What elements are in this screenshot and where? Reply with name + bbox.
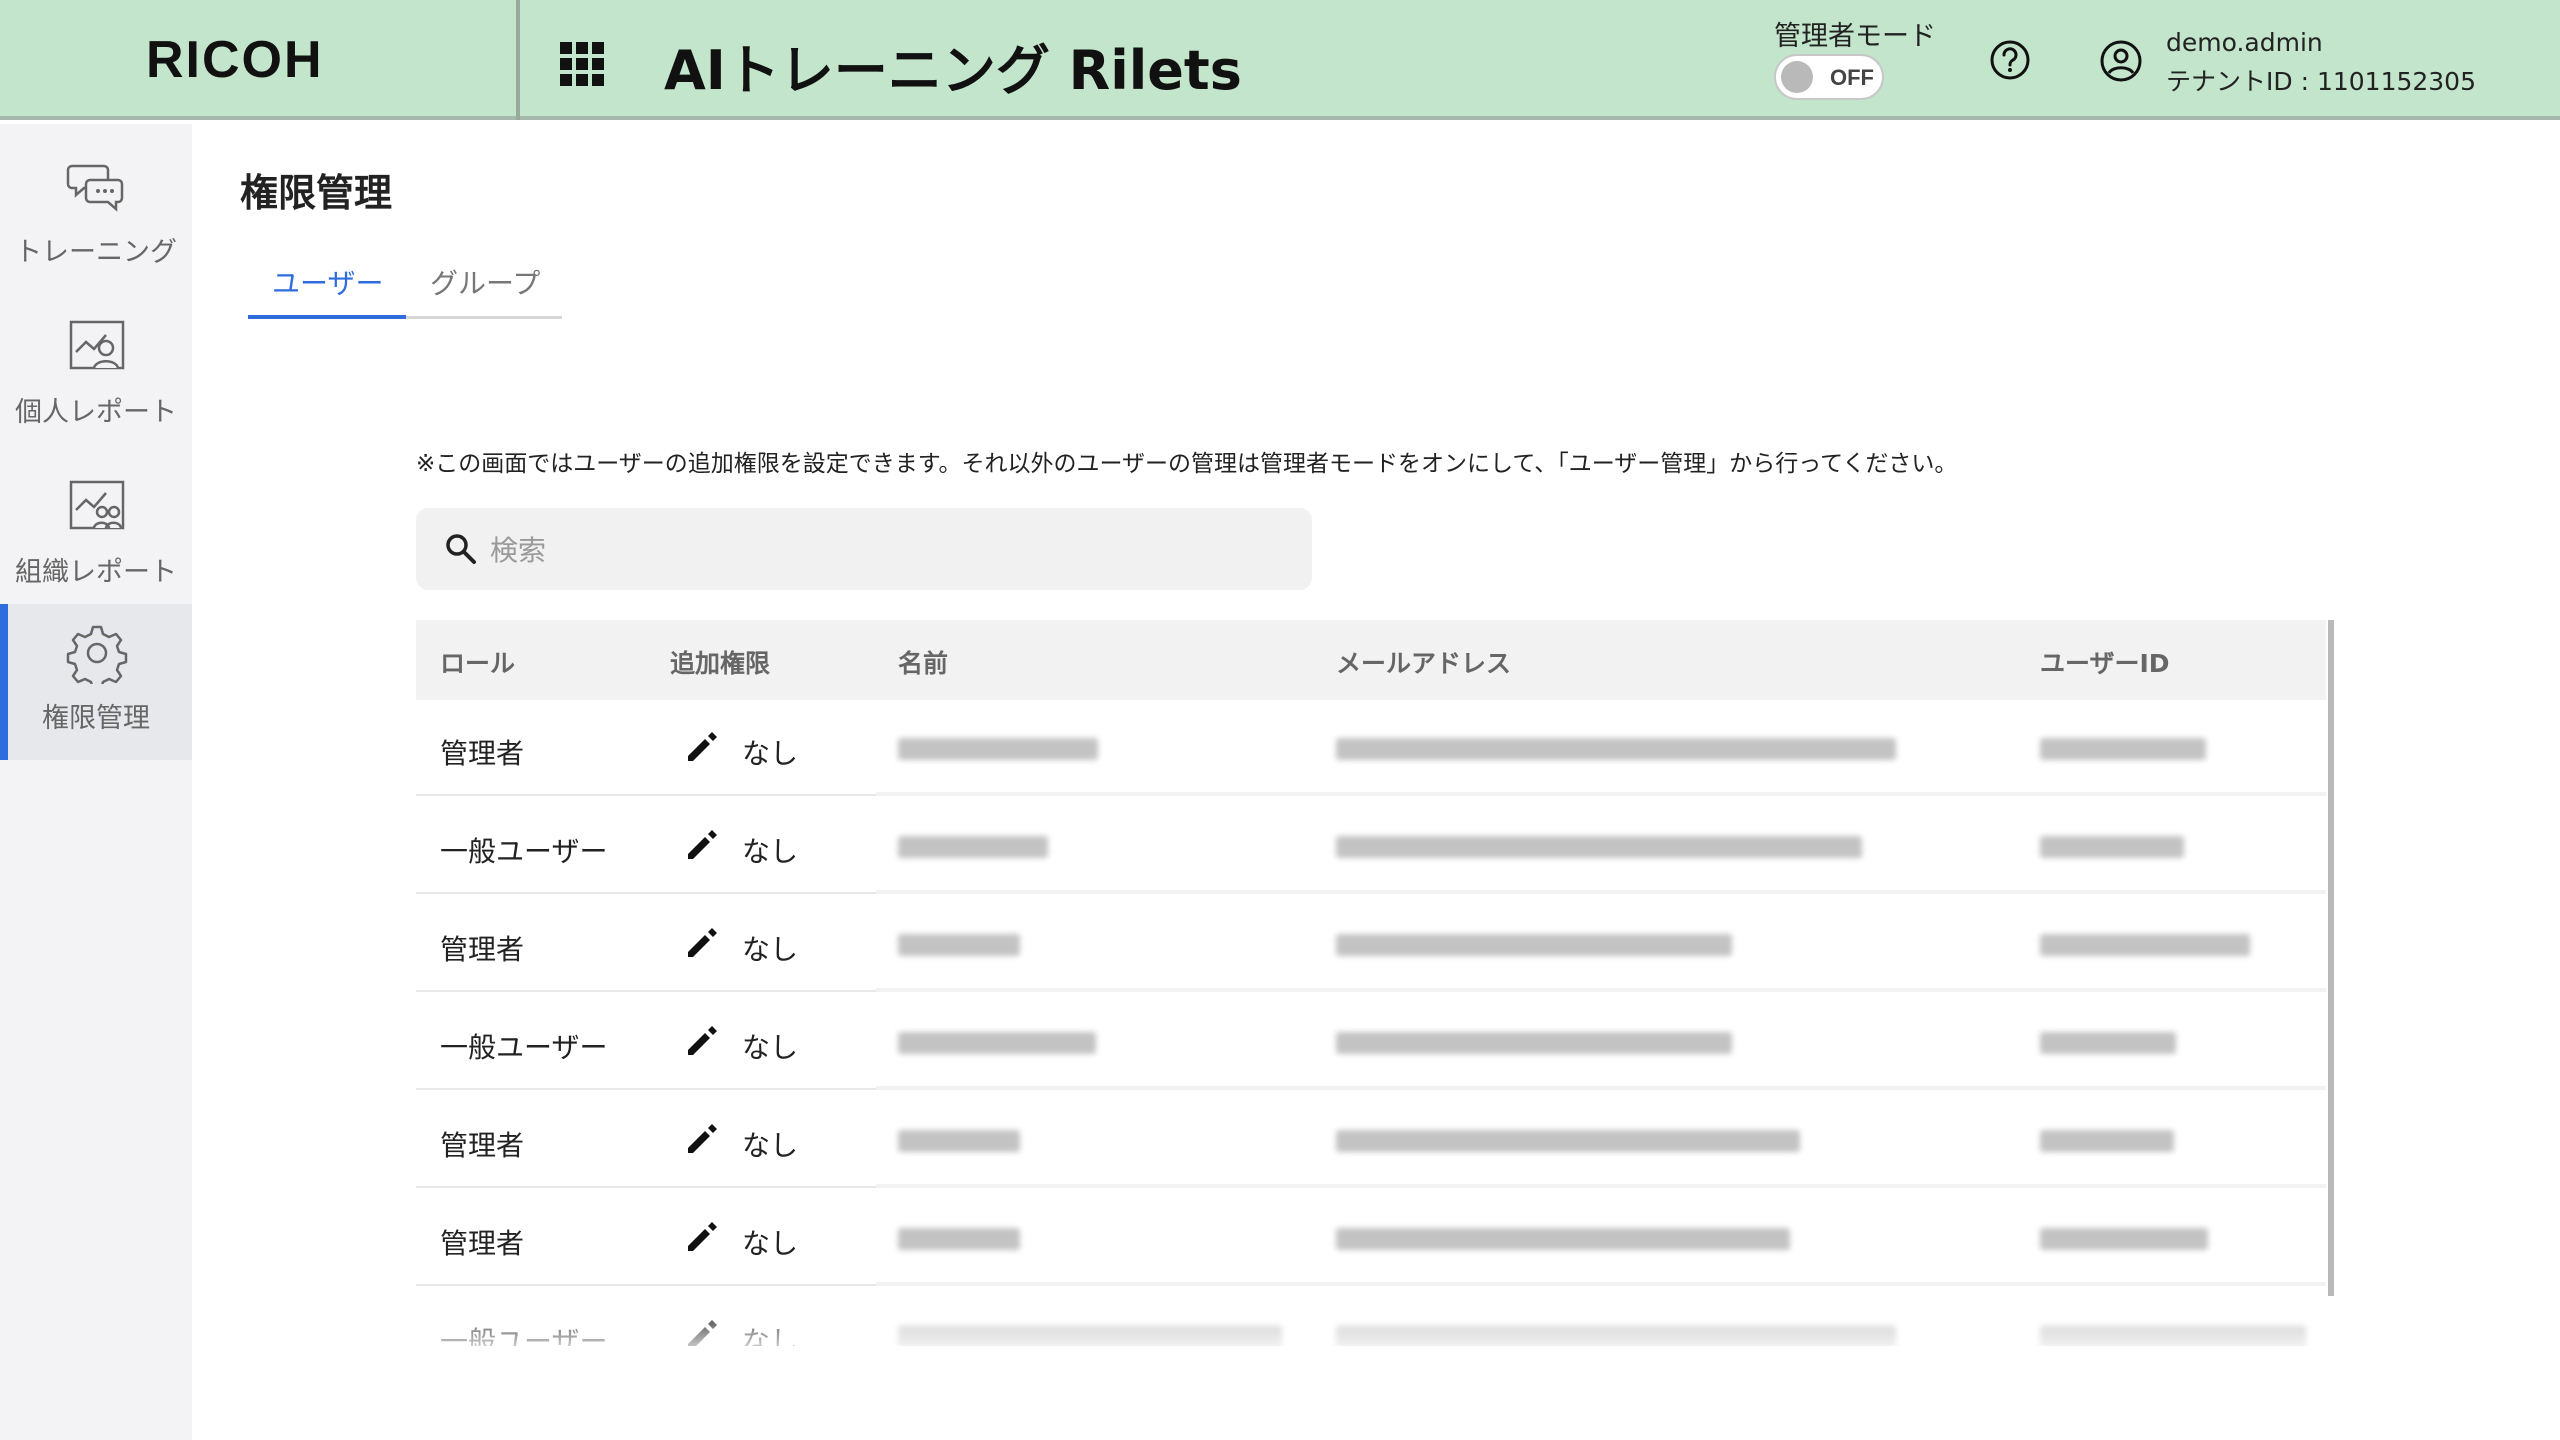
toggle-knob — [1781, 61, 1813, 93]
admin-mode-label: 管理者モード — [1774, 21, 1936, 52]
redacted-user-id — [2040, 738, 2206, 760]
column-header-name[interactable]: 名前 — [898, 644, 948, 680]
redacted-user-id — [2040, 934, 2250, 956]
redacted-name — [898, 836, 1048, 858]
table-row[interactable]: 管理者 なし — [416, 1092, 2326, 1188]
search-input[interactable] — [488, 526, 1272, 574]
ricoh-logo[interactable]: RICOH — [146, 30, 324, 90]
header-divider — [516, 0, 520, 120]
edit-pencil-icon[interactable] — [682, 1218, 720, 1256]
admin-mode-toggle[interactable]: OFF — [1774, 54, 1884, 100]
permission-cell: なし — [742, 1227, 799, 1260]
column-header-permission[interactable]: 追加権限 — [670, 644, 770, 680]
redacted-email — [1336, 738, 1896, 760]
personal-report-icon — [69, 320, 125, 370]
sidebar: トレーニング 個人レポート 組織レポート 権限管理 — [0, 124, 192, 1440]
column-header-user-id[interactable]: ユーザーID — [2040, 644, 2170, 680]
redacted-email — [1336, 1326, 1896, 1346]
page-title: 権限管理 — [240, 171, 393, 215]
role-cell: 管理者 — [440, 933, 525, 966]
edit-pencil-icon[interactable] — [682, 1022, 720, 1060]
permission-cell: なし — [742, 1129, 799, 1162]
table-row[interactable]: 一般ユーザー なし — [416, 798, 2326, 894]
sidebar-item-personal-report[interactable]: 個人レポート — [0, 298, 192, 454]
edit-pencil-icon[interactable] — [682, 924, 720, 962]
permission-cell: なし — [742, 737, 799, 770]
edit-pencil-icon[interactable] — [682, 1120, 720, 1158]
role-cell: 一般ユーザー — [440, 835, 608, 868]
role-cell: 管理者 — [440, 1129, 525, 1162]
redacted-name — [898, 738, 1098, 760]
redacted-email — [1336, 1130, 1800, 1152]
sidebar-item-training[interactable]: トレーニング — [0, 138, 192, 294]
sidebar-item-label: 個人レポート — [15, 397, 177, 428]
edit-pencil-icon[interactable] — [682, 826, 720, 864]
table-row[interactable]: 管理者 なし — [416, 896, 2326, 992]
organization-report-icon — [69, 480, 125, 530]
app-header: RICOH AIトレーニング Rilets 管理者モード OFF demo.ad… — [0, 0, 2560, 120]
table-row[interactable]: 管理者 なし — [416, 1190, 2326, 1286]
role-cell: 管理者 — [440, 737, 525, 770]
permission-cell: なし — [742, 933, 799, 966]
toggle-state-text: OFF — [1830, 65, 1874, 90]
sidebar-item-label: 権限管理 — [42, 703, 150, 734]
redacted-user-id — [2040, 1130, 2174, 1152]
gear-icon — [66, 625, 128, 684]
chat-bubbles-icon — [66, 164, 124, 212]
tab-bar: ユーザー グループ — [248, 256, 562, 319]
redacted-name — [898, 1130, 1020, 1152]
user-table: ロール 追加権限 名前 メールアドレス ユーザーID 管理者 なし 一般ユーザー… — [416, 620, 2334, 1346]
account-circle-icon[interactable] — [2098, 38, 2144, 84]
edit-pencil-icon[interactable] — [682, 728, 720, 766]
active-tab-indicator — [248, 315, 406, 319]
table-row[interactable]: 一般ユーザー なし — [416, 994, 2326, 1090]
sidebar-item-label: トレーニング — [15, 237, 177, 268]
redacted-email — [1336, 934, 1732, 956]
redacted-email — [1336, 1032, 1732, 1054]
redacted-name — [898, 1326, 1282, 1346]
sidebar-item-permission-management[interactable]: 権限管理 — [0, 604, 192, 760]
redacted-user-id — [2040, 1326, 2306, 1346]
redacted-name — [898, 1032, 1096, 1054]
search-box[interactable] — [416, 508, 1312, 590]
tenant-id: テナントID : 1101152305 — [2166, 67, 2476, 96]
apps-grid-icon[interactable] — [560, 42, 604, 86]
sidebar-item-organization-report[interactable]: 組織レポート — [0, 458, 192, 614]
table-header: ロール 追加権限 名前 メールアドレス ユーザーID — [416, 620, 2326, 700]
tab-users[interactable]: ユーザー — [272, 262, 383, 302]
notice-text: ※この画面ではユーザーの追加権限を設定できます。それ以外のユーザーの管理は管理者… — [416, 451, 1958, 477]
role-cell: 一般ユーザー — [440, 1031, 608, 1064]
edit-pencil-icon[interactable] — [682, 1316, 720, 1346]
redacted-name — [898, 934, 1020, 956]
permission-cell: なし — [742, 1031, 799, 1064]
redacted-user-id — [2040, 1228, 2208, 1250]
tab-groups[interactable]: グループ — [430, 262, 540, 302]
redacted-name — [898, 1228, 1020, 1250]
redacted-user-id — [2040, 1032, 2176, 1054]
column-header-email[interactable]: メールアドレス — [1336, 644, 1511, 680]
search-icon — [446, 534, 476, 564]
role-cell: 一般ユーザー — [440, 1325, 608, 1346]
role-cell: 管理者 — [440, 1227, 525, 1260]
app-title: AIトレーニング Rilets — [664, 39, 1242, 102]
column-header-role[interactable]: ロール — [440, 644, 515, 680]
permission-cell: なし — [742, 1325, 799, 1346]
permission-cell: なし — [742, 835, 799, 868]
table-row[interactable]: 管理者 なし — [416, 700, 2326, 796]
help-icon[interactable] — [1988, 38, 2032, 82]
user-name: demo.admin — [2166, 28, 2323, 57]
sidebar-item-label: 組織レポート — [15, 557, 177, 588]
table-row[interactable]: 一般ユーザー なし — [416, 1288, 2326, 1346]
table-scrollbar[interactable] — [2328, 620, 2334, 1296]
redacted-email — [1336, 836, 1862, 858]
redacted-email — [1336, 1228, 1790, 1250]
redacted-user-id — [2040, 836, 2184, 858]
